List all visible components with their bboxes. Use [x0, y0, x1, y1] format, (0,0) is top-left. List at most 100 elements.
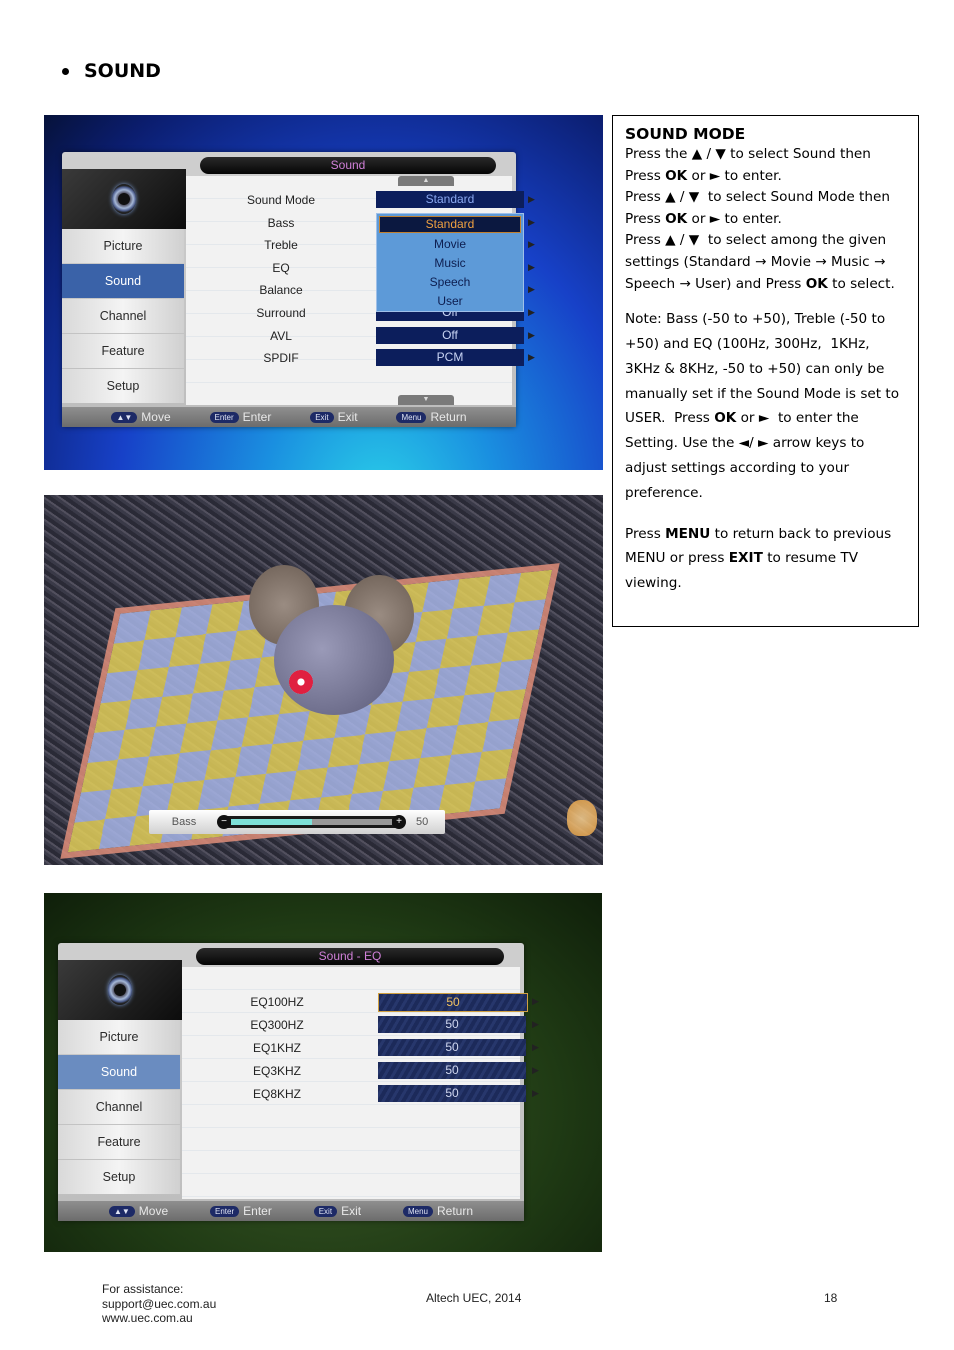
bass-adjust-photo: Bass − + 50 — [44, 495, 603, 865]
footer-website[interactable]: www.uec.com.au — [102, 1311, 216, 1326]
row-label: Surround — [256, 306, 306, 320]
sidebar-item-setup[interactable]: Setup — [62, 369, 184, 403]
hint-exit: Exit Exit — [310, 410, 358, 424]
row-label: EQ1KHZ — [252, 1041, 301, 1055]
instructions-note: Note: Bass (-50 to +50), Treble (-50 to … — [625, 311, 900, 501]
footer-email[interactable]: support@uec.com.au — [102, 1297, 216, 1312]
row-value[interactable]: PCM — [376, 349, 524, 367]
plus-icon[interactable]: + — [392, 815, 406, 829]
sidebar-item-picture[interactable]: Picture — [58, 1020, 180, 1054]
exit-key-icon: Exit — [313, 1205, 338, 1217]
chevron-right-icon[interactable]: ▶ — [532, 1042, 539, 1053]
instructions-steps: Press the ▲ / ▼ to select Sound then Pre… — [625, 146, 895, 292]
bass-fill — [231, 819, 312, 825]
bass-slider[interactable]: − + — [217, 815, 406, 829]
row-value[interactable]: Off — [376, 326, 524, 344]
sidebar-item-sound[interactable]: Sound — [62, 264, 184, 298]
footer-assist-label: For assistance: — [102, 1282, 184, 1296]
speaker-icon — [108, 975, 132, 1005]
sidebar-item-feature[interactable]: Feature — [62, 334, 184, 368]
eq-row-eq300hz[interactable]: EQ300HZ 50 ▶ — [182, 1014, 539, 1036]
scroll-up-icon[interactable]: ▲ — [398, 176, 454, 186]
menu-row-spdif[interactable]: SPDIF PCM ▶ — [186, 347, 535, 369]
chevron-right-icon[interactable]: ▶ — [532, 996, 539, 1007]
mouse-eye — [289, 670, 313, 694]
row-label: Bass — [267, 215, 295, 230]
bass-label: Bass — [171, 816, 197, 828]
eq-row-eq8khz[interactable]: EQ8KHZ 50 ▶ — [182, 1083, 539, 1105]
sidebar-item-sound[interactable]: Sound — [58, 1055, 180, 1089]
eq-value[interactable]: 50 — [378, 1016, 526, 1033]
sidebar-item-feature[interactable]: Feature — [58, 1125, 180, 1159]
sidebar-item-picture[interactable]: Picture — [62, 229, 184, 263]
hint-exit: Exit Exit — [313, 1204, 362, 1218]
hint-move: ▲▼ Move — [108, 1204, 168, 1218]
eq-row-eq1khz[interactable]: EQ1KHZ 50 ▶ — [182, 1037, 539, 1059]
sidebar-item-channel[interactable]: Channel — [58, 1090, 180, 1124]
hint-label: Exit — [337, 410, 358, 424]
cartoon-mouse — [274, 605, 394, 715]
row-label: EQ100HZ — [250, 995, 304, 1009]
footer-assistance: For assistance: support@uec.com.au www.u… — [102, 1282, 216, 1326]
minus-icon[interactable]: − — [217, 815, 231, 829]
instructions-title: SOUND MODE — [625, 125, 746, 143]
chevron-right-icon[interactable]: ▶ — [532, 1088, 539, 1099]
chevron-right-icon[interactable]: ▶ — [532, 1065, 539, 1076]
speaker-icon — [112, 184, 136, 214]
osd-content: ▲ ▼ Sound Mode Standard ▶ Bass ▶ Treble ▶ EQ ▶ Ba… — [186, 176, 535, 405]
sidebar-item-channel[interactable]: Channel — [62, 299, 184, 333]
scroll-down-icon[interactable]: ▼ — [398, 395, 454, 405]
eq-row-eq3khz[interactable]: EQ3KHZ 50 ▶ — [182, 1060, 539, 1082]
menu-row-avl[interactable]: AVL Off ▶ — [186, 325, 535, 347]
osd-logo — [58, 960, 182, 1020]
osd-eq-menu: Sound - EQ Picture Sound Channel Feature Set… — [58, 943, 539, 1221]
instructions-menu-note: Press MENU to return back to previous ME… — [625, 525, 892, 592]
osd-title: Sound — [200, 157, 496, 174]
bass-value: 50 — [416, 816, 429, 828]
chevron-right-icon[interactable]: ▶ — [528, 262, 535, 273]
eq-value[interactable]: 50 — [378, 993, 528, 1012]
eq-row-eq100hz[interactable]: EQ100HZ 50 ▶ — [182, 991, 539, 1013]
chevron-right-icon[interactable]: ▶ — [528, 217, 535, 228]
hint-enter: Enter Enter — [210, 1204, 272, 1218]
hint-label: Return — [430, 410, 467, 424]
chevron-right-icon[interactable]: ▶ — [528, 284, 535, 295]
row-label: EQ — [272, 260, 290, 275]
channel-logo — [567, 800, 597, 836]
chevron-right-icon[interactable]: ▶ — [528, 239, 535, 250]
row-value[interactable]: Standard — [376, 191, 524, 208]
row-label: SPDIF — [263, 351, 299, 366]
dropdown-option-movie[interactable]: Movie — [377, 235, 523, 254]
hint-label: Exit — [341, 1204, 362, 1218]
enter-key-icon: Enter — [209, 411, 239, 423]
row-label: EQ3KHZ — [252, 1064, 301, 1078]
chevron-right-icon[interactable]: ▶ — [528, 352, 535, 363]
eq-value[interactable]: 50 — [378, 1062, 526, 1079]
dropdown-option-user[interactable]: User — [377, 292, 523, 311]
chevron-right-icon[interactable]: ▶ — [528, 194, 535, 205]
bass-slider-bar: Bass − + 50 — [149, 810, 445, 834]
osd-footer: ▲▼ Move Enter Enter Exit Exit Menu Return — [58, 1201, 524, 1221]
dropdown-option-standard[interactable]: Standard — [379, 215, 521, 233]
hint-label: Return — [436, 1204, 474, 1218]
sound-mode-dropdown[interactable]: Standard Movie Music Speech User — [376, 212, 524, 312]
menu-row-sound-mode[interactable]: Sound Mode Standard ▶ — [186, 189, 535, 211]
chevron-right-icon[interactable]: ▶ — [532, 1019, 539, 1030]
move-key-icon: ▲▼ — [111, 411, 138, 423]
row-label: AVL — [270, 328, 292, 343]
dropdown-option-music[interactable]: Music — [377, 254, 523, 273]
dropdown-option-speech[interactable]: Speech — [377, 273, 523, 292]
return-key-icon: Menu — [402, 1205, 433, 1217]
sidebar-item-setup[interactable]: Setup — [58, 1160, 180, 1194]
osd-content: EQ100HZ 50 ▶ EQ300HZ 50 ▶ EQ1KHZ 50 ▶ EQ3KHZ 50 ▶ EQ… — [182, 967, 539, 1199]
row-label: EQ300HZ — [250, 1018, 304, 1032]
bullet-icon — [62, 67, 69, 75]
row-label: Treble — [264, 238, 298, 253]
eq-value[interactable]: 50 — [378, 1039, 526, 1056]
row-label: EQ8KHZ — [252, 1087, 301, 1101]
chevron-right-icon[interactable]: ▶ — [528, 307, 535, 318]
eq-value[interactable]: 50 — [378, 1085, 526, 1102]
return-key-icon: Menu — [396, 411, 427, 423]
chevron-right-icon[interactable]: ▶ — [528, 330, 535, 341]
row-label: Sound Mode — [246, 193, 316, 207]
